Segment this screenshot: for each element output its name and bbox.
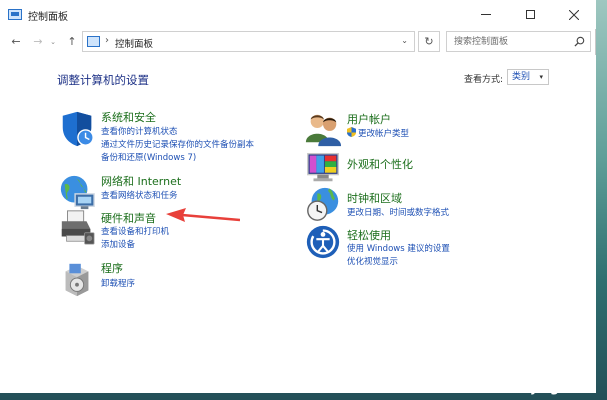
link-windows-recommended-settings[interactable]: 使用 Windows 建议的设置	[347, 242, 450, 254]
view-by-value: 类别	[512, 72, 531, 82]
view-by-dropdown[interactable]: 类别 ▾	[507, 69, 549, 85]
breadcrumb-control-panel[interactable]: 控制面板	[115, 36, 153, 50]
minimize-icon	[481, 14, 491, 15]
address-dropdown-button[interactable]: ⌄	[401, 36, 408, 45]
appearance-icon[interactable]	[304, 148, 342, 186]
control-panel-window: 控制面板 ← → ⌄ ↑ › 控制面板 ⌄ ↻ 调整计算机的设置 查看方式:	[0, 0, 596, 393]
address-bar[interactable]: › 控制面板 ⌄	[82, 31, 415, 52]
users-icon[interactable]	[304, 110, 342, 148]
link-text-change-account-type: 更改帐户类型	[358, 129, 410, 139]
control-panel-icon	[87, 36, 100, 47]
category-title-hardware-sound[interactable]: 硬件和声音	[101, 210, 156, 226]
maximize-icon	[525, 10, 535, 19]
link-devices-printers[interactable]: 查看设备和打印机	[101, 225, 169, 237]
maximize-button[interactable]	[508, 0, 552, 29]
control-panel-icon	[8, 9, 22, 20]
search-box[interactable]	[446, 31, 591, 52]
title-bar: 控制面板	[0, 0, 596, 29]
programs-icon[interactable]	[58, 260, 96, 298]
link-optimize-visual-display[interactable]: 优化视觉显示	[347, 255, 398, 267]
annotation-arrow	[166, 208, 240, 222]
navigation-bar: ← → ⌄ ↑ › 控制面板 ⌄ ↻	[0, 29, 596, 55]
forward-button[interactable]: →	[30, 34, 46, 50]
close-icon	[569, 9, 579, 20]
link-change-account-type[interactable]: 更改帐户类型	[347, 127, 409, 139]
up-button[interactable]: ↑	[64, 34, 80, 50]
page-title: 调整计算机的设置	[57, 73, 149, 87]
window-title: 控制面板	[28, 12, 68, 23]
category-title-ease-of-access[interactable]: 轻松使用	[347, 227, 391, 243]
ease-of-access-icon[interactable]	[304, 223, 342, 261]
search-icon[interactable]	[574, 36, 585, 47]
link-add-device[interactable]: 添加设备	[101, 238, 135, 250]
uac-shield-icon	[347, 127, 356, 137]
minimize-button[interactable]	[464, 0, 508, 29]
shield-icon[interactable]	[58, 110, 96, 148]
watermark: 爱纯净 aichunjing.com	[407, 339, 607, 400]
category-title-system-security[interactable]: 系统和安全	[101, 109, 156, 125]
category-title-clock-region[interactable]: 时钟和区域	[347, 190, 402, 206]
network-globe-icon[interactable]	[58, 173, 96, 211]
printer-icon[interactable]	[58, 208, 96, 246]
link-uninstall-program[interactable]: 卸载程序	[101, 277, 135, 289]
watermark-url-text: aichunjing.com	[483, 380, 595, 395]
category-title-programs[interactable]: 程序	[101, 260, 123, 276]
category-title-network-internet[interactable]: 网络和 Internet	[101, 173, 181, 189]
view-by-label: 查看方式:	[464, 75, 504, 85]
refresh-button[interactable]: ↻	[418, 31, 440, 52]
back-button[interactable]: ←	[8, 34, 24, 50]
search-input[interactable]	[447, 32, 571, 51]
watermark-logo-icon	[424, 349, 460, 391]
link-network-status[interactable]: 查看网络状态和任务	[101, 189, 178, 201]
chevron-down-icon: ▾	[539, 73, 543, 81]
category-title-appearance[interactable]: 外观和个性化	[347, 156, 413, 172]
link-view-computer-status[interactable]: 查看你的计算机状态	[101, 125, 178, 137]
close-button[interactable]	[552, 0, 596, 29]
link-file-history[interactable]: 通过文件历史记录保存你的文件备份副本	[101, 138, 254, 150]
link-change-date-time[interactable]: 更改日期、时间或数字格式	[347, 206, 449, 218]
recent-locations-button[interactable]: ⌄	[48, 34, 58, 50]
breadcrumb-separator: ›	[105, 35, 109, 46]
link-backup-restore[interactable]: 备份和还原(Windows 7)	[101, 151, 196, 163]
category-title-user-accounts[interactable]: 用户帐户	[347, 111, 391, 127]
clock-globe-icon[interactable]	[304, 185, 342, 223]
